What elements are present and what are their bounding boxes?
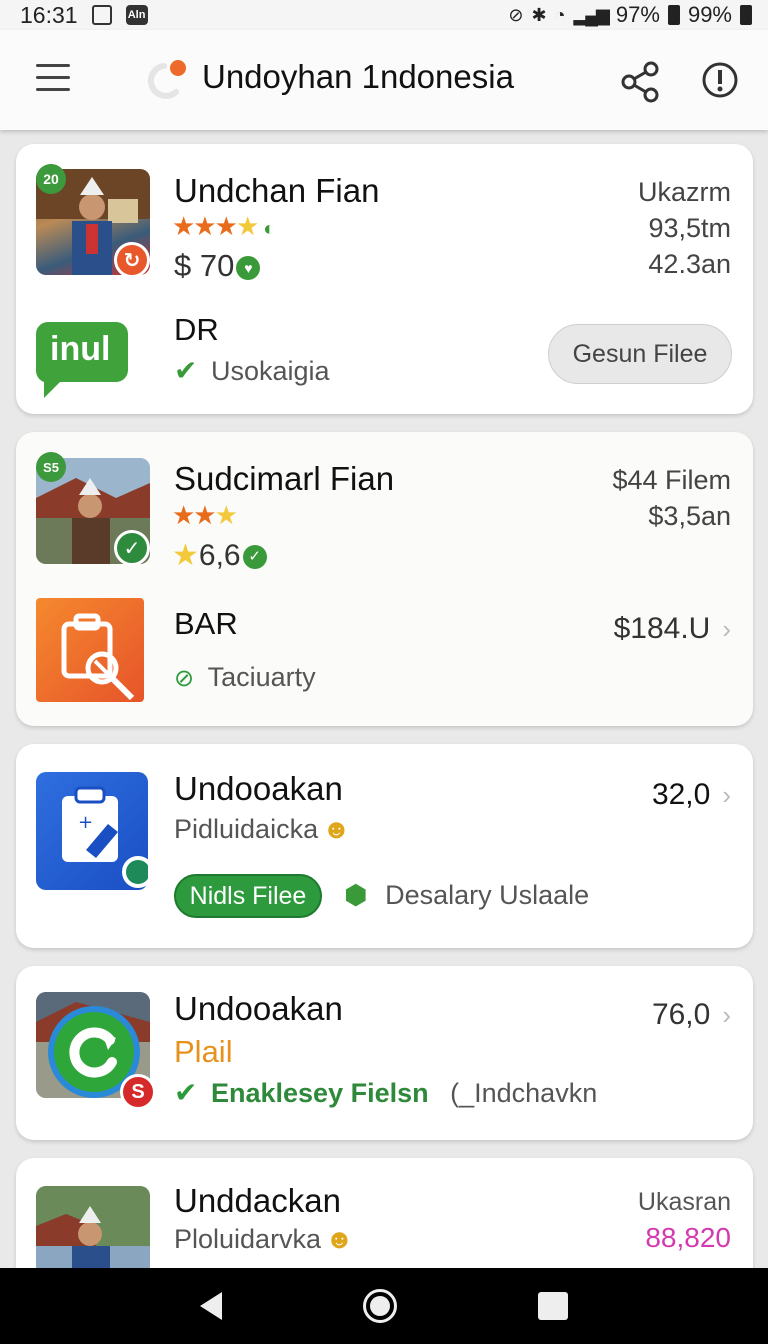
- share-icon[interactable]: [618, 60, 662, 104]
- status-bar: 16:31 Aln ⊘ ✱ ◔ ▂▄▆ 97% 99%: [0, 0, 768, 30]
- nfc-icon: ⊘: [508, 4, 524, 25]
- item-subtitle: BAR: [174, 606, 238, 641]
- notification-icon: [91, 5, 112, 25]
- item-extra: (_Indchavkn: [450, 1078, 598, 1108]
- item-name: Unddackan: [174, 1182, 341, 1219]
- battery-icon: [667, 5, 680, 25]
- item-meta: Ukazrm 93,5tm 42.3an: [638, 174, 731, 282]
- item-value[interactable]: 32,0 ›: [652, 778, 731, 812]
- item-status: ✔ Usokaigia: [174, 355, 330, 386]
- list-item[interactable]: + Undooakan Pidluidaicka ☻ 32,0 › Nidls Fi…: [16, 744, 753, 948]
- thumb-badge: S5: [36, 452, 66, 482]
- clipboard-blue-app-icon: +: [36, 772, 154, 890]
- item-status: ⊘ Taciuarty: [174, 662, 316, 692]
- item-rating: ★6,6 ✓: [172, 538, 267, 573]
- chevron-right-icon: ›: [722, 614, 731, 644]
- item-subtitle: DR: [174, 312, 219, 347]
- clipboard-app-icon: [36, 598, 144, 702]
- emoji-icon: ☻: [325, 1224, 354, 1254]
- item-name: Undooakan: [174, 770, 343, 807]
- thumb-badge: 20: [36, 164, 66, 194]
- check-icon: ✔: [174, 355, 198, 386]
- item-subtitle: Plail: [174, 1034, 233, 1069]
- refresh-badge-icon: ↻: [114, 242, 150, 278]
- meta-line-2: 93,5tm: [648, 213, 731, 243]
- battery-icon-2: [740, 5, 752, 25]
- rating-stars: ★★★★ ◐: [172, 211, 275, 241]
- battery-percent-1: 97%: [615, 2, 660, 27]
- item-name: Sudcimarl Fian: [174, 460, 395, 497]
- item-subtitle: Pidluidaicka ☻: [174, 814, 351, 844]
- menu-icon-line: [36, 76, 70, 79]
- item-name: Undchan Fian: [174, 172, 380, 209]
- list-item[interactable]: S5 ✓ Sudcimarl Fian ★★★ ★6,6 ✓ $44 Filem …: [16, 432, 753, 726]
- menu-icon-line: [36, 88, 70, 91]
- meta-line-2: 88,820: [645, 1222, 731, 1253]
- item-subtitle: Ploluidarvka ☻: [174, 1224, 354, 1254]
- clock: 16:31: [20, 1, 78, 28]
- verified-icon: ✓: [242, 545, 267, 570]
- item-price[interactable]: $184.U ›: [614, 612, 731, 646]
- back-icon[interactable]: [200, 1292, 223, 1320]
- meta-line-3: 42.3an: [648, 249, 731, 279]
- list-item[interactable]: S Undooakan Plail 76,0 › ✔ Enaklesey Fiel…: [16, 966, 753, 1140]
- item-value[interactable]: 76,0 ›: [652, 998, 731, 1032]
- bluetooth-icon: ✱: [531, 4, 547, 25]
- meta-line-1: Ukasran: [637, 1188, 731, 1216]
- item-name: Undooakan: [174, 990, 343, 1027]
- chevron-right-icon: ›: [722, 780, 731, 810]
- item-tag: ⬢ Desalary Uslaale: [344, 880, 590, 910]
- item-badge: S: [120, 1074, 156, 1110]
- check-icon: ✔: [174, 1077, 198, 1108]
- menu-button[interactable]: [36, 64, 76, 94]
- emoji-icon: ☻: [322, 814, 351, 844]
- recents-icon[interactable]: [537, 1292, 568, 1320]
- wifi-icon: ◔: [554, 4, 566, 25]
- info-icon[interactable]: [700, 60, 740, 100]
- app-notification-icon: Aln: [125, 5, 148, 25]
- menu-icon-line: [36, 64, 70, 67]
- home-icon[interactable]: [362, 1289, 397, 1323]
- shield-icon: ⬢: [344, 880, 368, 910]
- verified-icon: ◐: [263, 218, 275, 240]
- check-badge-icon: ✓: [114, 530, 150, 566]
- badge-check-icon: ♥: [236, 255, 261, 280]
- chevron-right-icon: ›: [722, 1000, 731, 1030]
- app-title: Undoyhan 1ndonesia: [202, 58, 514, 95]
- check-circle-icon: ⊘: [174, 665, 195, 692]
- item-price: $ 70 ♥: [174, 248, 261, 284]
- chat-logo-icon: inul: [35, 322, 129, 398]
- meta-line-1: $44 Filem: [612, 465, 731, 495]
- rating-stars: ★★★: [172, 500, 238, 530]
- svg-text:+: +: [78, 812, 93, 833]
- list-item[interactable]: 20 ↻ Undchan Fian ★★★★ ◐ $ 70 ♥ Ukazrm 93,…: [16, 144, 753, 414]
- app-bar: Undoyhan 1ndonesia: [0, 30, 768, 130]
- battery-percent-2: 99%: [687, 2, 732, 27]
- gesun-file-button[interactable]: Gesun Filee: [548, 324, 732, 384]
- system-nav-bar: [0, 1268, 768, 1344]
- item-meta: Ukasran 88,820: [638, 1184, 731, 1256]
- nidls-file-button[interactable]: Nidls Filee: [174, 874, 322, 918]
- meta-line-1: Ukazrm: [638, 177, 731, 207]
- item-meta: $44 Filem $3,5an: [612, 462, 731, 534]
- logo-text: inul: [50, 330, 111, 368]
- app-logo-icon: [147, 60, 186, 99]
- item-status: ✔ Enaklesey Fielsn (_Indchavkn: [174, 1077, 598, 1108]
- signal-icon: ▂▄▆: [573, 4, 609, 25]
- meta-line-2: $3,5an: [648, 501, 731, 531]
